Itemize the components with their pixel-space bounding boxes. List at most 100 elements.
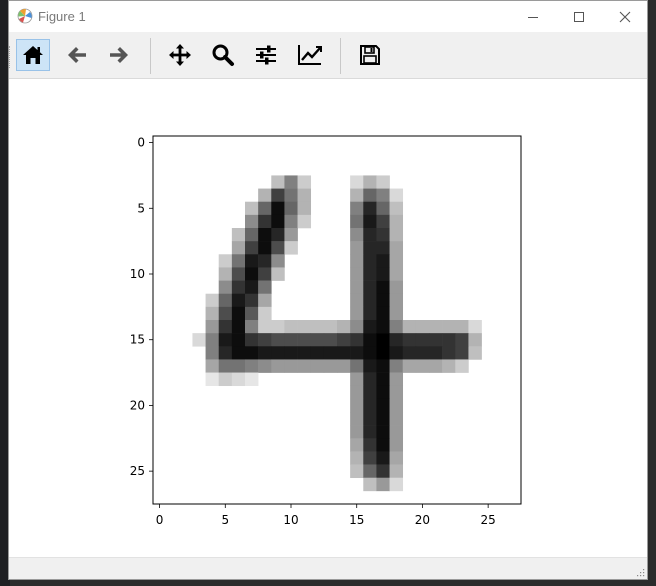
- image-pixel: [389, 477, 404, 492]
- image-pixel: [271, 254, 285, 268]
- image-pixel: [376, 175, 390, 189]
- x-tick-label: 20: [415, 513, 430, 527]
- image-pixel: [389, 372, 404, 387]
- image-pixel: [376, 228, 390, 242]
- image-pixel: [350, 464, 364, 479]
- image-pixel: [231, 320, 246, 334]
- image-pixel: [284, 228, 298, 242]
- image-pixel: [389, 293, 404, 308]
- image-pixel: [350, 201, 364, 216]
- home-button[interactable]: [16, 39, 50, 71]
- image-pixel: [258, 241, 272, 255]
- image-pixel: [284, 175, 298, 189]
- image-pixel: [442, 333, 456, 347]
- figure-window: Figure 1 0 5 10 15 20 25 0 5 10 15 20 25: [8, 0, 648, 580]
- image-pixel: [245, 241, 259, 255]
- image-pixel: [376, 320, 390, 334]
- navigation-toolbar: [9, 32, 647, 79]
- image-pixel: [271, 241, 285, 255]
- image-pixel: [402, 346, 417, 360]
- image-pixel: [350, 385, 364, 400]
- toolbar-separator: [340, 38, 341, 74]
- image-pixel: [468, 346, 482, 360]
- image-pixel: [271, 201, 285, 216]
- resize-grip-icon[interactable]: [635, 567, 645, 577]
- image-pixel: [258, 320, 272, 334]
- title-bar[interactable]: Figure 1: [9, 1, 647, 32]
- maximize-icon: [574, 11, 584, 22]
- image-pixel: [363, 188, 377, 203]
- image-pixel: [271, 333, 285, 347]
- image-pixel: [258, 333, 272, 347]
- image-pixel: [284, 188, 298, 203]
- image-pixel: [389, 425, 404, 439]
- image-pixel: [363, 333, 377, 347]
- x-tick-label: 0: [156, 513, 164, 527]
- image-pixel: [297, 333, 312, 347]
- image-pixel: [218, 372, 233, 387]
- image-pixel: [363, 385, 377, 400]
- toolbar-separator: [150, 38, 151, 74]
- image-pixel: [350, 214, 364, 229]
- close-icon: [619, 11, 631, 22]
- image-pixel: [205, 359, 220, 373]
- minimize-button[interactable]: [510, 1, 556, 32]
- subplots-button[interactable]: [249, 39, 283, 71]
- image-pixel: [231, 293, 246, 308]
- image-pixel: [245, 280, 259, 295]
- image-pixel: [376, 241, 390, 255]
- image-pixel: [389, 228, 404, 242]
- figure-canvas[interactable]: 0 5 10 15 20 25 0 5 10 15 20 25: [9, 79, 647, 557]
- status-bar: [9, 557, 647, 579]
- image-pixel: [455, 346, 469, 360]
- image-pixel: [323, 320, 338, 334]
- image-pixel: [389, 306, 404, 321]
- image-pixel: [258, 293, 272, 308]
- home-icon: [23, 46, 43, 64]
- image-pixel: [376, 214, 390, 229]
- y-tick-label: 20: [130, 398, 145, 412]
- toolbar-grip[interactable]: [9, 46, 13, 68]
- image-pixel: [258, 228, 272, 242]
- image-pixel: [297, 214, 312, 229]
- image-pixel: [376, 267, 390, 281]
- image-pixel: [350, 175, 364, 189]
- image-pixel: [258, 346, 272, 360]
- image-pixel: [231, 346, 246, 360]
- y-tick-label: 10: [130, 267, 145, 281]
- forward-button[interactable]: [102, 39, 136, 71]
- image-pixel: [389, 201, 404, 216]
- image-pixel: [231, 280, 246, 295]
- maximize-button[interactable]: [556, 1, 602, 32]
- image-pixel: [258, 306, 272, 321]
- image-pixel: [389, 438, 404, 452]
- image-pixel: [323, 359, 338, 373]
- image-pixel: [455, 333, 469, 347]
- save-button[interactable]: [353, 39, 387, 71]
- pan-button[interactable]: [163, 39, 197, 71]
- image-pixel: [350, 293, 364, 308]
- image-plot[interactable]: 0 5 10 15 20 25 0 5 10 15 20 25: [9, 79, 647, 557]
- image-pixel: [389, 464, 404, 479]
- close-button[interactable]: [602, 1, 648, 32]
- image-pixel: [363, 412, 377, 426]
- zoom-button[interactable]: [206, 39, 240, 71]
- back-button[interactable]: [60, 39, 94, 71]
- y-tick-label: 5: [137, 201, 145, 215]
- image-pixel: [218, 280, 233, 295]
- image-pixel: [376, 385, 390, 400]
- image-pixel: [389, 241, 404, 255]
- image-pixel: [218, 346, 233, 360]
- image-pixel: [245, 372, 259, 387]
- image-pixel: [376, 306, 390, 321]
- x-tick-label: 25: [481, 513, 496, 527]
- image-pixel: [284, 201, 298, 216]
- image-pixel: [337, 346, 351, 360]
- image-pixel: [271, 359, 285, 373]
- customize-button[interactable]: [293, 39, 327, 71]
- image-pixel: [389, 359, 404, 373]
- image-pixel: [455, 359, 469, 373]
- image-pixel: [350, 398, 364, 413]
- image-pixel: [297, 320, 312, 334]
- image-pixel: [205, 333, 220, 347]
